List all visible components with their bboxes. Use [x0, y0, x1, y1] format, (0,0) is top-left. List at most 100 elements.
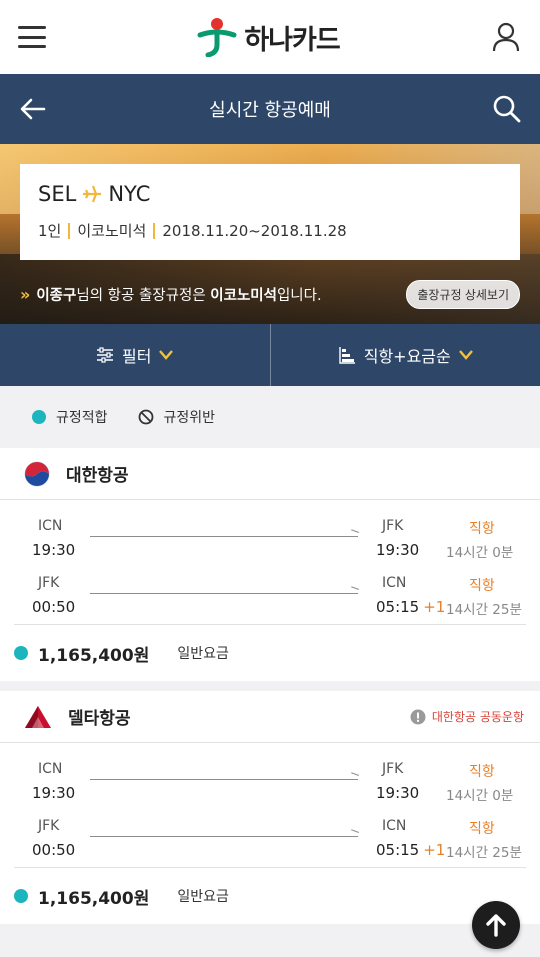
scroll-top-button[interactable]	[472, 901, 520, 949]
app-root: 하나카드 실시간 항공예매 SEL NYC 1인 이코노미석 2018.11.2…	[0, 0, 540, 957]
flight-legs: ICN 19:30 JFK 19:30 직항 14시간 0분 JFK 00:50…	[14, 500, 526, 625]
route-summary-card[interactable]: SEL NYC 1인 이코노미석 2018.11.20~2018.11.28	[20, 164, 520, 260]
filter-label: 필터	[122, 347, 152, 366]
arrival-code: JFK	[382, 761, 404, 777]
legend-compliant-label: 규정적합	[56, 410, 108, 426]
hero-banner: SEL NYC 1인 이코노미석 2018.11.20~2018.11.28 »…	[0, 144, 540, 324]
airline-name: 대한항공	[66, 466, 129, 486]
policy-row: » 이종구님의 항공 출장규정은 이코노미석입니다. 출장규정 상세보기	[20, 280, 520, 309]
chevron-down-icon	[458, 350, 473, 360]
route-arrow	[90, 779, 358, 780]
price: 1,165,400원	[38, 645, 150, 666]
arrival-time: 05:15 +1	[376, 598, 445, 616]
flight-leg-return: JFK 00:50 ICN 05:15 +1 직항 14시간 25분	[14, 563, 526, 620]
page-title: 실시간 항공예매	[209, 100, 331, 121]
direct-label: 직항	[469, 521, 495, 537]
filter-sliders-icon	[97, 347, 114, 363]
arrival-time: 19:30	[376, 784, 423, 802]
direct-label: 직항	[469, 821, 495, 837]
origin-code: SEL	[38, 182, 77, 206]
brand-name: 하나카드	[244, 24, 340, 56]
search-icon[interactable]	[492, 94, 522, 124]
day-offset: +1	[423, 598, 446, 616]
arrival-time: 05:15 +1	[376, 841, 445, 859]
sort-button[interactable]: 직항+요금순	[271, 324, 540, 386]
codeshare-label: 대한항공 공동운항	[431, 710, 524, 724]
arrival-time-value: 05:15	[376, 841, 420, 859]
price: 1,165,400원	[38, 888, 150, 909]
departure-code: JFK	[38, 575, 60, 591]
arrival-code: ICN	[382, 818, 407, 834]
policy-legend: 규정적합 규정위반	[0, 386, 540, 448]
legend-violation-label: 규정위반	[163, 410, 216, 426]
direct-label: 직항	[469, 578, 495, 594]
flight-card-header: 델타항공 대한항공 공동운항	[0, 691, 540, 743]
codeshare-badge[interactable]: 대한항공 공동운항	[410, 708, 524, 725]
policy-class: 이코노미석	[210, 288, 277, 304]
compliant-dot-icon	[14, 889, 28, 903]
flight-leg-outbound: ICN 19:30 JFK 19:30 직항 14시간 0분	[14, 506, 526, 563]
policy-text-mid: 님의 항공 출장규정은	[76, 288, 211, 304]
arrow-up-icon	[486, 914, 506, 937]
sort-label: 직항+요금순	[363, 347, 451, 366]
departure-time: 00:50	[32, 841, 76, 859]
duration: 14시간 0분	[446, 545, 514, 561]
duration: 14시간 0분	[446, 788, 514, 804]
route-arrow	[90, 593, 358, 594]
korean-air-logo-icon	[24, 461, 50, 486]
top-bar: 하나카드	[0, 0, 540, 74]
duration: 14시간 25분	[446, 845, 522, 861]
price-row: 1,165,400원 일반요금	[0, 625, 540, 681]
hana-logo-icon	[197, 18, 237, 57]
destination-code: NYC	[108, 182, 151, 206]
chevron-down-icon	[159, 350, 174, 360]
cabin-class: 이코노미석	[77, 222, 147, 240]
info-icon	[410, 709, 426, 724]
policy-text: » 이종구님의 항공 출장규정은 이코노미석입니다.	[20, 284, 322, 305]
menu-icon[interactable]	[18, 26, 46, 48]
prohibited-icon	[138, 409, 153, 425]
double-chevron-icon: »	[20, 285, 31, 304]
direct-label: 직항	[469, 764, 495, 780]
flight-leg-outbound: ICN 19:30 JFK 19:30 직항 14시간 0분	[14, 749, 526, 806]
route-arrow	[90, 836, 358, 837]
departure-code: ICN	[38, 518, 63, 534]
legend-compliant: 규정적합	[32, 407, 108, 427]
compliant-dot-icon	[32, 410, 46, 424]
compliant-dot-icon	[14, 646, 28, 660]
fare-type: 일반요금	[177, 889, 229, 905]
arrival-code: ICN	[382, 575, 407, 591]
delta-logo-icon	[25, 705, 51, 728]
day-offset: +1	[423, 841, 446, 859]
filter-button[interactable]: 필터	[0, 324, 270, 386]
departure-code: ICN	[38, 761, 63, 777]
filter-bar: 필터 직항+요금순	[0, 324, 540, 386]
traveler-name: 이종구	[36, 288, 77, 304]
arrival-time-value: 19:30	[376, 541, 420, 559]
fare-type: 일반요금	[177, 646, 229, 662]
departure-time: 00:50	[32, 598, 76, 616]
arrival-code: JFK	[382, 518, 404, 534]
route: SEL NYC	[38, 182, 502, 206]
arrival-time-value: 19:30	[376, 784, 420, 802]
plane-icon	[83, 185, 102, 203]
back-arrow-icon[interactable]	[18, 94, 48, 124]
user-icon[interactable]	[490, 21, 522, 53]
legend-violation: 규정위반	[138, 407, 216, 427]
travel-dates: 2018.11.20~2018.11.28	[162, 221, 347, 240]
page-header: 실시간 항공예매	[0, 74, 540, 144]
airline-name: 델타항공	[68, 709, 131, 729]
departure-time: 19:30	[32, 784, 76, 802]
duration: 14시간 25분	[446, 602, 522, 618]
departure-time: 19:30	[32, 541, 76, 559]
separator	[68, 222, 71, 239]
flight-card[interactable]: 델타항공 대한항공 공동운항 ICN 19:30 JFK 19:30 직항 14…	[0, 691, 540, 924]
sort-bars-icon	[339, 347, 355, 364]
departure-code: JFK	[38, 818, 60, 834]
passenger-count: 1인	[38, 222, 62, 240]
policy-detail-button[interactable]: 출장규정 상세보기	[406, 280, 520, 309]
brand-logo[interactable]: 하나카드	[196, 17, 341, 57]
separator	[153, 222, 156, 239]
flight-leg-return: JFK 00:50 ICN 05:15 +1 직항 14시간 25분	[14, 806, 526, 863]
flight-card[interactable]: 대한항공 ICN 19:30 JFK 19:30 직항 14시간 0분 JFK …	[0, 448, 540, 681]
